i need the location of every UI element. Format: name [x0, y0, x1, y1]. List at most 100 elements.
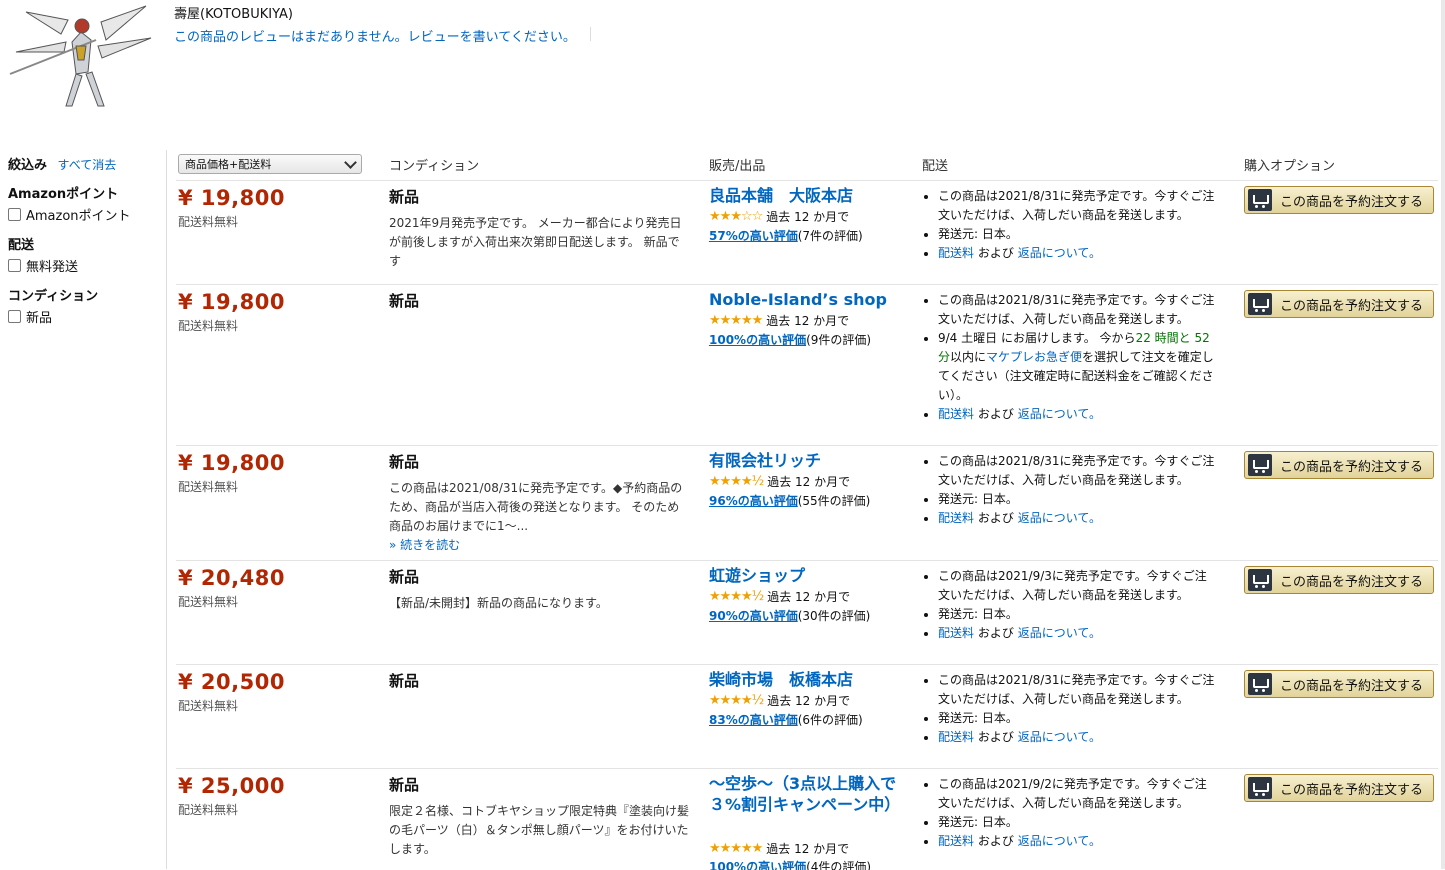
checkbox[interactable]: [8, 259, 21, 272]
returns-link[interactable]: 返品について。: [1018, 730, 1101, 744]
filter-title: 絞込み: [8, 158, 48, 173]
seller-feedback: 90%の高い評価(30件の評価): [709, 607, 870, 624]
release-note: この商品は2021/8/31に発売予定です。今すぐご注文いただけば、入荷しだい商…: [938, 671, 1217, 709]
column-header-condition: コンディション: [389, 159, 480, 174]
offer-condition: 新品: [389, 672, 420, 690]
sort-select[interactable]: 商品価格+配送料: [178, 154, 362, 174]
release-note: この商品は2021/8/31に発売予定です。今すぐご注文いただけば、入荷しだい商…: [938, 452, 1217, 490]
manufacturer-name: 壽屋(KOTOBUKIYA): [174, 7, 293, 22]
column-header-buy-options: 購入オプション: [1244, 159, 1336, 174]
chevron-down-icon: [344, 156, 357, 169]
shipping-fee: 配送料無料: [178, 595, 239, 609]
button-label: この商品を予約注文する: [1280, 459, 1424, 475]
filter-option-free-shipping[interactable]: 無料発送: [8, 256, 158, 275]
sort-selected-label: 商品価格+配送料: [185, 158, 272, 171]
returns-link[interactable]: 返品について。: [1018, 626, 1101, 640]
offer-row: ¥ 19,800 配送料無料 新品 この商品は2021/08/31に発売予定です…: [176, 445, 1438, 561]
filter-group-amazon-points: Amazonポイント Amazonポイント: [8, 183, 158, 224]
offer-row: ¥ 25,000 配送料無料 新品 限定２名様、コトブキヤショップ限定特典『塗装…: [176, 768, 1438, 870]
button-label: この商品を予約注文する: [1280, 298, 1424, 314]
seller-name-link[interactable]: ～空歩～（3点以上購入で３%割引キャンペーン中）: [709, 773, 909, 815]
read-more-link[interactable]: » 続きを読む: [389, 538, 460, 552]
cart-icon: [1248, 189, 1272, 211]
returns-link[interactable]: 返品について。: [1018, 246, 1101, 260]
rating-count: (7件の評価): [797, 229, 863, 243]
seller-name-link[interactable]: 柴崎市場 板橋本店: [709, 669, 909, 690]
seller-rating: ★★★★½ 過去 12 か月で: [709, 473, 850, 490]
shipping-fee-link[interactable]: 配送料: [938, 834, 974, 848]
seller-name-link[interactable]: Noble-Island’s shop: [709, 289, 909, 310]
positive-rating-link[interactable]: 83%の高い評価: [709, 713, 798, 727]
shipping-fee-link[interactable]: 配送料: [938, 626, 974, 640]
conjunction: および: [977, 511, 1014, 525]
express-delivery-link[interactable]: マケプレお急ぎ便: [986, 350, 1082, 364]
returns-link[interactable]: 返品について。: [1018, 834, 1101, 848]
rating-period: 過去 12 か月で: [767, 475, 851, 489]
shipping-returns: 配送料 および 返品について。: [938, 624, 1217, 643]
seller-name-link[interactable]: 虹遊ショップ: [709, 565, 909, 586]
cart-icon: [1248, 777, 1272, 799]
positive-rating-link[interactable]: 57%の高い評価: [709, 229, 798, 243]
positive-rating-link[interactable]: 96%の高い評価: [709, 494, 798, 508]
seller-feedback: 100%の高い評価(9件の評価): [709, 331, 871, 348]
returns-link[interactable]: 返品について。: [1018, 407, 1101, 421]
delivery-estimate: 9/4 土曜日 にお届けします。 今から22 時間と 52 分以内にマケプレお急…: [938, 329, 1217, 405]
preorder-button[interactable]: この商品を予約注文する: [1244, 290, 1434, 318]
product-header: 壽屋(KOTOBUKIYA) この商品のレビューはまだありません。レビューを書い…: [0, 0, 1445, 120]
offer-condition: 新品: [389, 568, 420, 586]
button-label: この商品を予約注文する: [1280, 574, 1424, 590]
product-thumbnail-image[interactable]: [6, 2, 156, 110]
shipping-fee-link[interactable]: 配送料: [938, 246, 974, 260]
returns-link[interactable]: 返品について。: [1018, 511, 1101, 525]
shipping-returns: 配送料 および 返品について。: [938, 244, 1217, 263]
divider: [166, 150, 167, 869]
shipping-returns: 配送料 および 返品について。: [938, 509, 1217, 528]
shipping-fee: 配送料無料: [178, 215, 239, 229]
offer-condition: 新品: [389, 453, 420, 471]
filter-option-label: Amazonポイント: [26, 209, 131, 224]
delivery-info: この商品は2021/8/31に発売予定です。今すぐご注文いただけば、入荷しだい商…: [922, 187, 1217, 263]
scrollbar[interactable]: [1441, 0, 1445, 869]
positive-rating-link[interactable]: 100%の高い評価: [709, 333, 806, 347]
delivery-date: 9/4 土曜日 にお届けします。 今から: [938, 331, 1136, 345]
positive-rating-link[interactable]: 90%の高い評価: [709, 609, 798, 623]
filter-option-label: 新品: [26, 311, 53, 326]
shipping-fee: 配送料無料: [178, 803, 239, 817]
filter-option-new[interactable]: 新品: [8, 307, 158, 326]
shipping-fee-link[interactable]: 配送料: [938, 730, 974, 744]
preorder-button[interactable]: この商品を予約注文する: [1244, 186, 1434, 214]
star-rating-icon: ★★★★½: [709, 589, 764, 604]
preorder-button[interactable]: この商品を予約注文する: [1244, 451, 1434, 479]
preorder-button[interactable]: この商品を予約注文する: [1244, 774, 1434, 802]
star-rating-icon: ★★★★½: [709, 474, 764, 489]
conjunction: および: [977, 246, 1014, 260]
write-review-link[interactable]: この商品のレビューはまだありません。レビューを書いてください。: [174, 26, 576, 45]
rating-period: 過去 12 か月で: [767, 694, 851, 708]
star-rating-icon: ★★★★½: [709, 693, 764, 708]
release-note: この商品は2021/8/31に発売予定です。今すぐご注文いただけば、入荷しだい商…: [938, 291, 1217, 329]
delivery-info: この商品は2021/8/31に発売予定です。今すぐご注文いただけば、入荷しだい商…: [922, 291, 1217, 424]
rating-count: (6件の評価): [797, 713, 863, 727]
seller-rating: ★★★★½ 過去 12 か月で: [709, 692, 850, 709]
filter-option-amazon-points[interactable]: Amazonポイント: [8, 205, 158, 224]
seller-rating: ★★★★★ 過去 12 か月で: [709, 312, 849, 329]
shipping-returns: 配送料 および 返品について。: [938, 405, 1217, 424]
filter-sidebar: 絞込み すべて消去 Amazonポイント Amazonポイント 配送 無料発送 …: [8, 154, 158, 326]
preorder-button[interactable]: この商品を予約注文する: [1244, 670, 1434, 698]
filter-header: 絞込み すべて消去: [8, 154, 158, 173]
preorder-button[interactable]: この商品を予約注文する: [1244, 566, 1434, 594]
shipping-fee-link[interactable]: 配送料: [938, 511, 974, 525]
clear-all-filters-link[interactable]: すべて消去: [58, 158, 117, 172]
shipping-returns: 配送料 および 返品について。: [938, 728, 1217, 747]
seller-name-link[interactable]: 良品本舗 大阪本店: [709, 185, 909, 206]
button-label: この商品を予約注文する: [1280, 782, 1424, 798]
ship-from: 発送元: 日本。: [938, 490, 1217, 509]
checkbox[interactable]: [8, 208, 21, 221]
rating-count: (30件の評価): [797, 609, 871, 623]
seller-name-link[interactable]: 有限会社リッチ: [709, 450, 909, 471]
delivery-info: この商品は2021/9/3に発売予定です。今すぐご注文いただけば、入荷しだい商品…: [922, 567, 1217, 643]
conjunction: および: [977, 407, 1014, 421]
offer-price: ¥ 25,000: [178, 774, 285, 798]
checkbox[interactable]: [8, 310, 21, 323]
shipping-fee-link[interactable]: 配送料: [938, 407, 974, 421]
